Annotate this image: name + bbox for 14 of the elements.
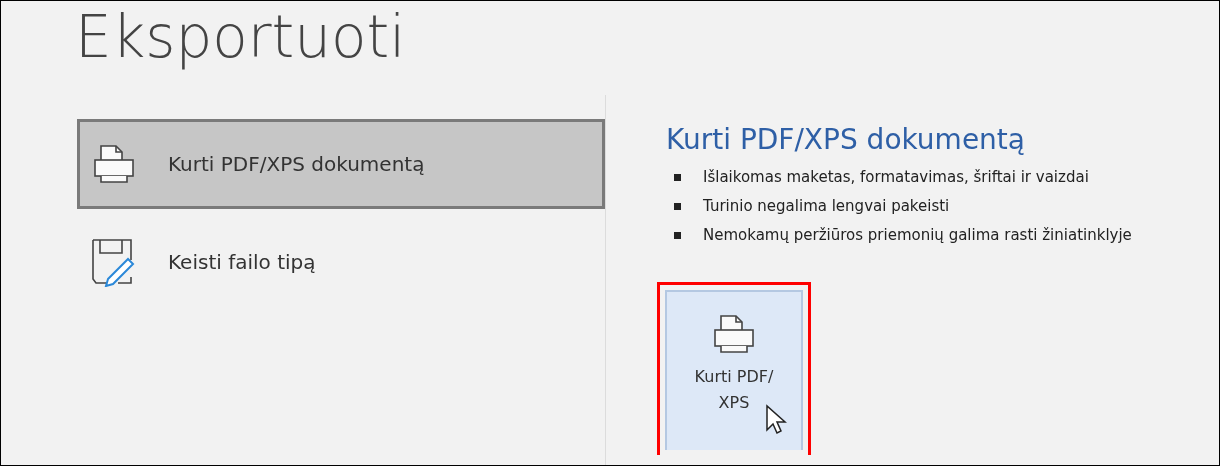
- create-pdf-button[interactable]: Kurti PDF/ XPS: [665, 290, 803, 450]
- printer-icon: [92, 142, 136, 186]
- nav-item[interactable]: Keisti failo tipą: [77, 217, 605, 307]
- bullet-icon: [674, 202, 681, 210]
- printer-icon: [712, 312, 756, 356]
- nav-item[interactable]: Kurti PDF/XPS dokumentą: [77, 119, 605, 209]
- bullet-text: Turinio negalima lengvai pakeisti: [703, 197, 950, 215]
- bullet-text: Nemokamų peržiūros priemonių galima rasti žiniatinklyje: [703, 226, 1132, 244]
- cursor-icon: [765, 404, 787, 436]
- bullet-text: Išlaikomas maketas, formatavimas, šriftai ir vaizdai: [703, 168, 1089, 186]
- bullet-icon: [674, 173, 681, 181]
- bullet-icon: [674, 231, 681, 239]
- page-title: Eksportuoti: [74, 2, 407, 73]
- section-heading: Kurti PDF/XPS dokumentą: [666, 123, 1026, 156]
